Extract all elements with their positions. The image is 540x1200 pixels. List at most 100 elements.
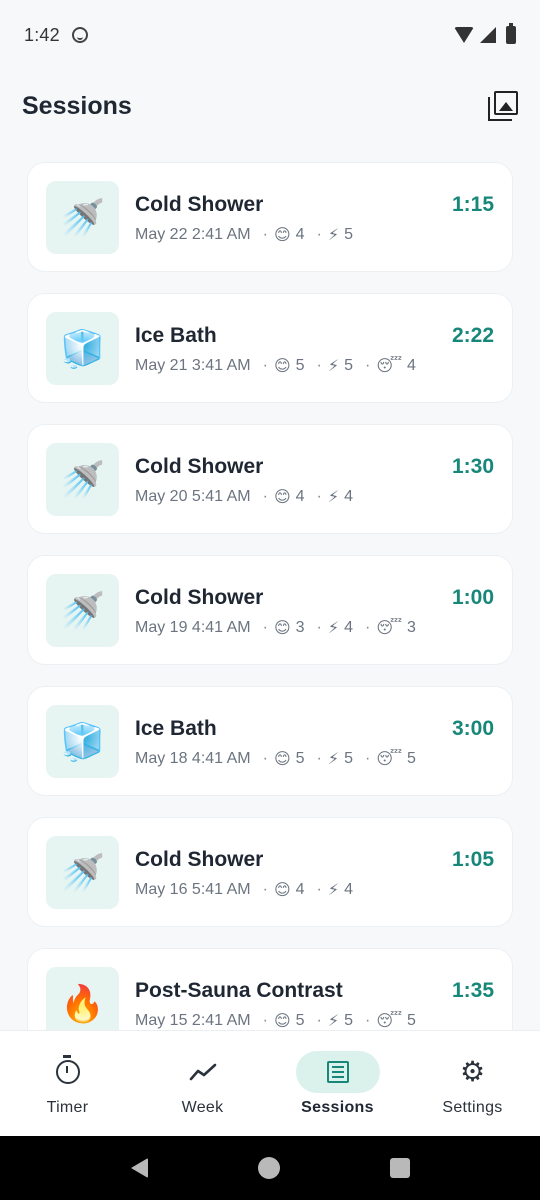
session-date: May 20 5:41 AM bbox=[135, 487, 251, 505]
energy-icon: ⚡ bbox=[327, 487, 340, 506]
nav-label-sessions: Sessions bbox=[301, 1099, 374, 1116]
meta-separator: · bbox=[365, 356, 371, 374]
energy-icon: ⚡ bbox=[327, 880, 340, 899]
meta-separator: · bbox=[365, 1011, 371, 1029]
nav-timer[interactable]: Timer bbox=[0, 1031, 135, 1136]
mood-rating: 4 bbox=[295, 880, 305, 898]
meta-separator: · bbox=[262, 356, 268, 374]
session-card[interactable]: 🧊 Ice Bath May 18 4:41 AM · 😊 5 · ⚡ 5 · 😴 5 3:00 bbox=[27, 686, 513, 796]
session-title: Cold Shower bbox=[135, 455, 264, 478]
session-duration: 1:30 bbox=[451, 455, 494, 478]
status-time: 1:42 bbox=[24, 24, 60, 45]
session-meta: May 21 3:41 AM · 😊 5 · ⚡ 5 · 😴 4 bbox=[135, 356, 416, 375]
nav-sessions[interactable]: Sessions bbox=[270, 1031, 405, 1136]
back-icon[interactable] bbox=[130, 1158, 148, 1178]
session-date: May 15 2:41 AM bbox=[135, 1011, 251, 1029]
nav-week[interactable]: Week bbox=[135, 1031, 270, 1136]
shower-icon: 🚿 bbox=[46, 574, 119, 647]
session-card[interactable]: 🚿 Cold Shower May 20 5:41 AM · 😊 4 · ⚡ 4 1:30 bbox=[27, 424, 513, 534]
gear-icon: ⚙ bbox=[459, 1055, 486, 1088]
energy-rating: 5 bbox=[344, 749, 354, 767]
list-icon bbox=[326, 1061, 349, 1083]
energy-icon: ⚡ bbox=[327, 1011, 340, 1030]
mood-rating: 4 bbox=[295, 487, 305, 505]
shower-icon: 🚿 bbox=[46, 181, 119, 254]
energy-icon: ⚡ bbox=[327, 618, 340, 637]
session-card[interactable]: 🧊 Ice Bath May 21 3:41 AM · 😊 5 · ⚡ 5 · 😴 4 2:22 bbox=[27, 293, 513, 403]
session-card[interactable]: 🔥 Post-Sauna Contrast May 15 2:41 AM · 😊 5 · ⚡ 5… bbox=[27, 948, 513, 1030]
energy-icon: ⚡ bbox=[327, 225, 340, 244]
shower-icon: 🚿 bbox=[46, 836, 119, 909]
mood-rating: 5 bbox=[295, 1011, 305, 1029]
sleep-rating: 3 bbox=[407, 618, 416, 636]
session-duration: 3:00 bbox=[451, 717, 494, 740]
status-icons bbox=[454, 23, 516, 44]
mood-icon: 😊 bbox=[273, 225, 291, 244]
session-card[interactable]: 🚿 Cold Shower May 19 4:41 AM · 😊 3 · ⚡ 4 · 😴 3 1:00 bbox=[27, 555, 513, 665]
status-bar: 1:42 bbox=[0, 0, 540, 70]
energy-rating: 4 bbox=[344, 880, 354, 898]
ice-cube-icon: 🧊 bbox=[46, 705, 119, 778]
nav-settings[interactable]: ⚙ Settings bbox=[405, 1031, 540, 1136]
session-date: May 16 5:41 AM bbox=[135, 880, 251, 898]
energy-rating: 5 bbox=[344, 225, 354, 243]
photo-library-button[interactable] bbox=[488, 91, 518, 121]
meta-separator: · bbox=[262, 618, 268, 636]
energy-rating: 4 bbox=[344, 487, 354, 505]
nav-label-settings: Settings bbox=[442, 1099, 503, 1116]
page-title: Sessions bbox=[22, 91, 132, 120]
meta-separator: · bbox=[316, 880, 322, 898]
session-meta: May 19 4:41 AM · 😊 3 · ⚡ 4 · 😴 3 bbox=[135, 618, 416, 637]
mood-icon: 😊 bbox=[273, 1011, 291, 1030]
mood-icon: 😊 bbox=[273, 356, 291, 375]
session-title: Ice Bath bbox=[135, 324, 217, 347]
meta-separator: · bbox=[316, 356, 322, 374]
session-meta: May 20 5:41 AM · 😊 4 · ⚡ 4 bbox=[135, 487, 353, 506]
meta-separator: · bbox=[262, 880, 268, 898]
recents-icon[interactable] bbox=[389, 1158, 410, 1178]
trend-icon bbox=[189, 1063, 216, 1081]
sleep-rating: 5 bbox=[407, 1011, 416, 1029]
mood-icon: 😊 bbox=[273, 618, 291, 637]
shower-icon: 🚿 bbox=[46, 443, 119, 516]
nav-label-timer: Timer bbox=[46, 1099, 89, 1116]
energy-icon: ⚡ bbox=[327, 356, 340, 375]
meta-separator: · bbox=[262, 225, 268, 243]
fire-icon: 🔥 bbox=[46, 967, 119, 1030]
meta-separator: · bbox=[316, 618, 322, 636]
energy-rating: 4 bbox=[344, 618, 354, 636]
sleep-icon: 😴 bbox=[376, 1011, 403, 1030]
ice-cube-icon: 🧊 bbox=[46, 312, 119, 385]
session-card[interactable]: 🚿 Cold Shower May 16 5:41 AM · 😊 4 · ⚡ 4 1:05 bbox=[27, 817, 513, 927]
session-meta: May 18 4:41 AM · 😊 5 · ⚡ 5 · 😴 5 bbox=[135, 749, 416, 768]
session-title: Ice Bath bbox=[135, 717, 217, 740]
sleep-icon: 😴 bbox=[376, 749, 403, 768]
mood-rating: 3 bbox=[295, 618, 305, 636]
session-title: Cold Shower bbox=[135, 193, 264, 216]
energy-rating: 5 bbox=[344, 1011, 354, 1029]
notification-icon bbox=[71, 27, 88, 43]
home-icon[interactable] bbox=[257, 1157, 280, 1179]
sleep-icon: 😴 bbox=[376, 356, 403, 375]
meta-separator: · bbox=[262, 749, 268, 767]
bottom-navigation: Timer Week Sessions ⚙ Settings bbox=[0, 1030, 540, 1136]
session-meta: May 22 2:41 AM · 😊 4 · ⚡ 5 bbox=[135, 225, 353, 244]
session-duration: 2:22 bbox=[451, 324, 494, 347]
system-navigation-bar bbox=[0, 1136, 540, 1200]
sleep-rating: 5 bbox=[407, 749, 416, 767]
mood-icon: 😊 bbox=[273, 749, 291, 768]
cell-signal-icon bbox=[480, 27, 496, 43]
session-duration: 1:35 bbox=[451, 979, 494, 1002]
meta-separator: · bbox=[316, 487, 322, 505]
mood-rating: 5 bbox=[295, 749, 305, 767]
mood-rating: 4 bbox=[295, 225, 305, 243]
nav-label-week: Week bbox=[181, 1099, 224, 1116]
session-list[interactable]: 🚿 Cold Shower May 22 2:41 AM · 😊 4 · ⚡ 5 1:15 🧊 Ice… bbox=[0, 162, 540, 1030]
meta-separator: · bbox=[262, 487, 268, 505]
mood-icon: 😊 bbox=[273, 880, 291, 899]
timer-icon bbox=[55, 1055, 80, 1084]
session-date: May 18 4:41 AM bbox=[135, 749, 251, 767]
session-card[interactable]: 🚿 Cold Shower May 22 2:41 AM · 😊 4 · ⚡ 5 1:15 bbox=[27, 162, 513, 272]
session-title: Post-Sauna Contrast bbox=[135, 979, 343, 1002]
session-title: Cold Shower bbox=[135, 848, 264, 871]
